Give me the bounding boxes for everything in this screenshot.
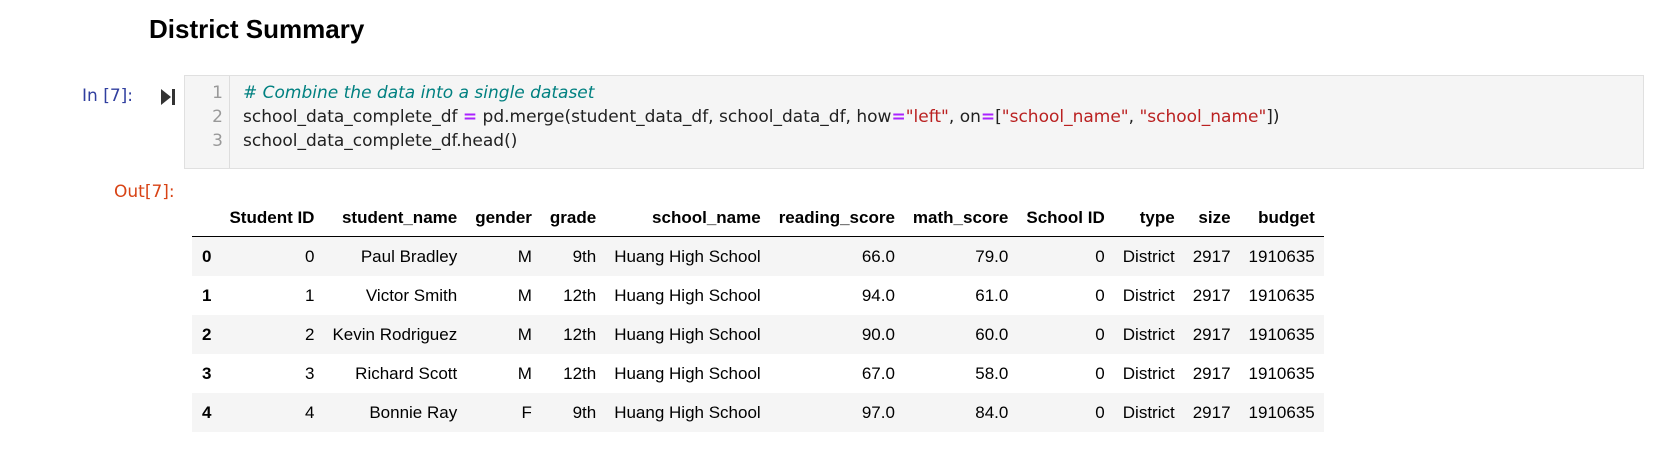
table-cell: 79.0 (975, 246, 1009, 266)
table-cell: 0 (1095, 402, 1105, 422)
table-cell: Huang High School (614, 363, 761, 383)
table-cell: 1910635 (1248, 246, 1315, 266)
column-header: student_name (323, 199, 467, 237)
line-number: 1 (212, 83, 223, 103)
line-number-gutter: 1 2 3 (185, 76, 230, 168)
table-cell: 2917 (1192, 324, 1231, 344)
table-cell: 0 (1095, 324, 1105, 344)
table-cell: District (1122, 402, 1175, 422)
row-index: 4 (202, 402, 212, 422)
table-cell: 1910635 (1248, 324, 1315, 344)
table-cell: Richard Scott (355, 363, 458, 383)
run-cell-button[interactable] (159, 86, 177, 108)
table-cell: Huang High School (614, 246, 761, 266)
table-cell: M (517, 246, 532, 266)
table-cell: 2917 (1192, 363, 1231, 383)
table-cell: 0 (305, 246, 315, 266)
run-cell-icon (161, 89, 175, 105)
table-cell: 60.0 (975, 324, 1009, 344)
table-cell: 1 (305, 285, 315, 305)
table-cell: 66.0 (861, 246, 895, 266)
table-cell: 0 (1095, 285, 1105, 305)
table-cell: 67.0 (861, 363, 895, 383)
column-header: Student ID (220, 199, 324, 237)
table-header-row: Student ID student_name gender grade sch… (192, 199, 1324, 237)
dataframe-table: Student ID student_name gender grade sch… (192, 199, 1324, 432)
table-cell: 9th (572, 246, 597, 266)
table-cell: 90.0 (861, 324, 895, 344)
table-cell: M (517, 324, 532, 344)
table-cell: 12th (563, 324, 597, 344)
table-row: 2 2 Kevin Rodriguez M 12th Huang High Sc… (192, 315, 1324, 354)
table-row: 0 0 Paul Bradley M 9th Huang High School… (192, 236, 1324, 276)
table-cell: Victor Smith (365, 285, 458, 305)
column-header: grade (540, 199, 606, 237)
table-cell: District (1122, 324, 1175, 344)
column-header: school_name (605, 199, 770, 237)
table-cell: 1910635 (1248, 285, 1315, 305)
code-line-head: school_data_complete_df.head() (243, 131, 518, 151)
table-cell: 3 (305, 363, 315, 383)
table-cell: F (521, 402, 532, 422)
table-cell: 58.0 (975, 363, 1009, 383)
table-cell: 0 (1095, 246, 1105, 266)
row-index: 1 (202, 285, 212, 305)
column-header: gender (466, 199, 541, 237)
table-cell: 2917 (1192, 402, 1231, 422)
column-header: size (1183, 199, 1240, 237)
table-cell: 84.0 (975, 402, 1009, 422)
table-cell: District (1122, 363, 1175, 383)
input-prompt: In [7]: (82, 86, 133, 106)
table-cell: M (517, 285, 532, 305)
table-cell: Paul Bradley (360, 246, 458, 266)
line-number: 3 (212, 131, 223, 151)
table-cell: 1910635 (1248, 363, 1315, 383)
table-cell: 12th (563, 285, 597, 305)
row-index: 0 (202, 246, 212, 266)
column-header: reading_score (769, 199, 904, 237)
table-cell: 2917 (1192, 285, 1231, 305)
section-heading: District Summary (149, 14, 365, 44)
index-header (192, 199, 221, 237)
table-cell: 61.0 (975, 285, 1009, 305)
column-header: math_score (903, 199, 1018, 237)
table-row: 3 3 Richard Scott M 12th Huang High Scho… (192, 354, 1324, 393)
table-cell: Huang High School (614, 285, 761, 305)
table-cell: 9th (572, 402, 597, 422)
table-cell: Huang High School (614, 402, 761, 422)
table-cell: 2917 (1192, 246, 1231, 266)
table-cell: District (1122, 285, 1175, 305)
code-cell[interactable]: 1 2 3 # Combine the data into a single d… (184, 75, 1644, 169)
table-cell: 12th (563, 363, 597, 383)
table-cell: 94.0 (861, 285, 895, 305)
table-cell: 4 (305, 402, 315, 422)
column-header: type (1113, 199, 1184, 237)
table-row: 1 1 Victor Smith M 12th Huang High Schoo… (192, 276, 1324, 315)
line-number: 2 (212, 107, 223, 127)
table-cell: Huang High School (614, 324, 761, 344)
table-cell: 1910635 (1248, 402, 1315, 422)
column-header: School ID (1017, 199, 1114, 237)
column-header: budget (1239, 199, 1324, 237)
table-cell: District (1122, 246, 1175, 266)
table-cell: Bonnie Ray (369, 402, 458, 422)
row-index: 2 (202, 324, 212, 344)
table-cell: 2 (305, 324, 315, 344)
row-index: 3 (202, 363, 212, 383)
table-row: 4 4 Bonnie Ray F 9th Huang High School 9… (192, 393, 1324, 432)
table-cell: M (517, 363, 532, 383)
table-cell: 97.0 (861, 402, 895, 422)
code-line-merge: school_data_complete_df = pd.merge(stude… (243, 107, 1280, 127)
code-line-comment: # Combine the data into a single dataset (243, 83, 595, 103)
table-cell: 0 (1095, 363, 1105, 383)
output-prompt: Out[7]: (114, 182, 175, 202)
table-cell: Kevin Rodriguez (332, 324, 458, 344)
